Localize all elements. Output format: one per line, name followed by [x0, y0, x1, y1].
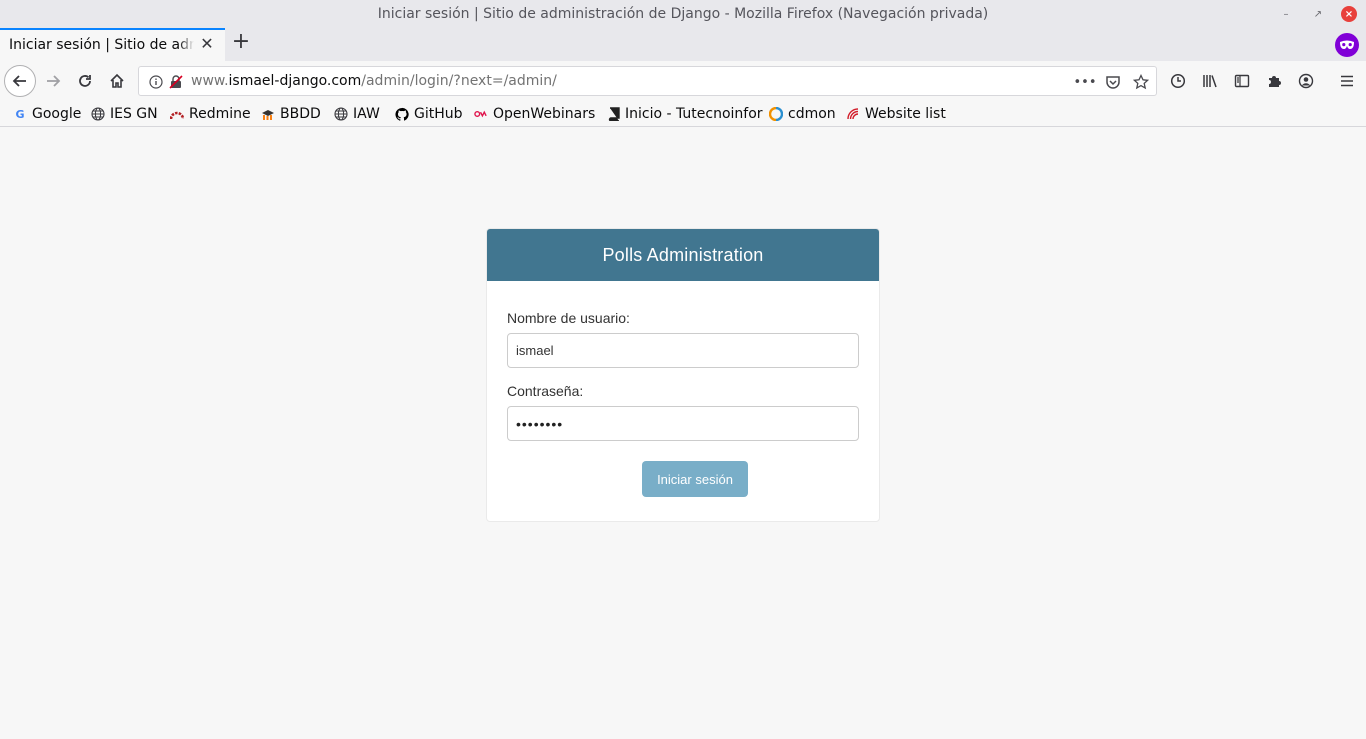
info-icon[interactable]	[147, 73, 165, 91]
bookmark-cdmon[interactable]: cdmon	[769, 104, 836, 124]
bookmark-ies-gn[interactable]: IES GN	[91, 104, 158, 124]
username-value: ismael	[516, 343, 554, 358]
book-icon	[606, 107, 620, 121]
bookmark-label: Website list	[865, 106, 946, 122]
account-icon	[1298, 73, 1314, 89]
minimize-icon[interactable]: –	[1277, 5, 1295, 23]
bookmark-google[interactable]: G Google	[13, 104, 81, 124]
password-label: Contraseña:	[507, 383, 584, 399]
home-icon	[110, 73, 124, 88]
bookmark-label: IES GN	[110, 106, 158, 122]
tab-title: Iniciar sesión | Sitio de administración…	[9, 37, 194, 53]
bookmark-label: Inicio - Tutecnoinfor	[625, 106, 763, 122]
login-header: Polls Administration	[487, 229, 879, 281]
history-button[interactable]	[1164, 67, 1192, 95]
bookmark-label: OpenWebinars	[493, 106, 596, 122]
bookmark-github[interactable]: GitHub	[395, 104, 463, 124]
bookmark-star-icon[interactable]	[1132, 73, 1150, 91]
login-container: Polls Administration Nombre de usuario: …	[486, 228, 880, 522]
url-text[interactable]: www.ismael-django.com/admin/login/?next=…	[191, 73, 557, 89]
navigation-toolbar: www.ismael-django.com/admin/login/?next=…	[0, 61, 1366, 101]
bookmark-label: IAW	[353, 106, 380, 122]
maximize-icon[interactable]: ↗	[1309, 5, 1327, 23]
extensions-button[interactable]	[1260, 67, 1288, 95]
username-input[interactable]: ismael	[507, 333, 859, 368]
window-close-icon[interactable]: ×	[1341, 6, 1357, 22]
window-title: Iniciar sesión | Sitio de administración…	[377, 6, 989, 22]
cdmon-icon	[769, 107, 783, 121]
account-button[interactable]	[1292, 67, 1320, 95]
back-button[interactable]	[4, 65, 36, 97]
url-host: ismael-django.com	[228, 73, 362, 89]
github-icon	[395, 107, 409, 121]
bookmark-label: cdmon	[788, 106, 836, 122]
reload-icon	[79, 75, 91, 87]
bookmark-iaw[interactable]: IAW	[334, 104, 380, 124]
reload-button[interactable]	[71, 67, 99, 95]
tab-close-icon[interactable]: ✕	[198, 35, 216, 53]
globe-icon	[91, 107, 105, 121]
private-browsing-icon	[1335, 33, 1359, 57]
sidebar-icon	[1234, 74, 1250, 88]
hamburger-menu-icon	[1341, 75, 1353, 87]
url-prefix: www.	[191, 73, 229, 89]
sidebar-button[interactable]	[1228, 67, 1256, 95]
insecure-lock-icon[interactable]	[167, 73, 185, 91]
url-bar[interactable]: www.ismael-django.com/admin/login/?next=…	[138, 66, 1157, 96]
menu-button[interactable]	[1333, 67, 1361, 95]
tab-bar: Iniciar sesión | Sitio de administración…	[0, 28, 1366, 61]
forward-arrow-icon	[47, 75, 61, 87]
library-icon	[1203, 75, 1217, 88]
home-button[interactable]	[103, 67, 131, 95]
bookmark-label: BBDD	[280, 106, 321, 122]
username-label: Nombre de usuario:	[507, 310, 630, 326]
url-path: /admin/login/?next=/admin/	[361, 73, 557, 89]
bookmark-tutecnoinfor[interactable]: Inicio - Tutecnoinfor	[606, 104, 763, 124]
moodle-icon	[261, 107, 275, 121]
login-submit-button[interactable]: Iniciar sesión	[642, 461, 748, 497]
window-titlebar: Iniciar sesión | Sitio de administración…	[0, 0, 1366, 28]
bookmark-openwebinars[interactable]: OpenWebinars	[474, 104, 595, 124]
tab-active[interactable]: Iniciar sesión | Sitio de administración…	[0, 28, 225, 61]
puzzle-icon	[1269, 76, 1281, 87]
bookmarks-toolbar: G Google IES GN Redmine BBDD IAW GitHub O…	[0, 101, 1366, 127]
openwebinars-icon	[474, 107, 488, 121]
bookmark-label: Redmine	[189, 106, 251, 122]
password-value: ••••••••	[516, 415, 564, 432]
forward-button[interactable]	[39, 67, 67, 95]
bookmark-bbdd[interactable]: BBDD	[261, 104, 321, 124]
bookmark-label: GitHub	[414, 106, 463, 122]
redmine-icon	[170, 107, 184, 121]
page-actions-icon[interactable]: •••	[1074, 73, 1097, 91]
clock-icon	[1170, 73, 1186, 89]
site-title: Polls Administration	[602, 244, 764, 265]
website-list-icon	[846, 107, 860, 121]
bookmark-label: Google	[32, 106, 82, 122]
bookmark-website-list[interactable]: Website list	[846, 104, 946, 124]
new-tab-icon[interactable]: +	[230, 31, 252, 54]
library-button[interactable]	[1196, 67, 1224, 95]
globe-icon	[334, 107, 348, 121]
password-input[interactable]: ••••••••	[507, 406, 859, 441]
google-icon: G	[15, 107, 25, 121]
back-arrow-icon	[12, 75, 26, 87]
pocket-icon[interactable]	[1104, 73, 1122, 91]
bookmark-redmine[interactable]: Redmine	[170, 104, 251, 124]
